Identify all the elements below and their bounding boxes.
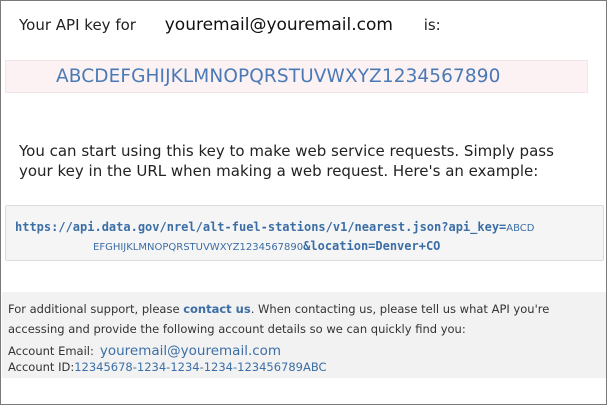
example-url-start[interactable]: https://api.data.gov/nrel/alt-fuel-stati… bbox=[15, 220, 506, 234]
account-email-row: Account Email: youremail@youremail.com bbox=[8, 343, 281, 359]
account-email-value: youremail@youremail.com bbox=[99, 343, 282, 359]
api-key-intro: Your API key for youremail@youremail.com… bbox=[19, 15, 441, 35]
account-id-label: Account ID: bbox=[8, 360, 75, 374]
example-request-box: https://api.data.gov/nrel/alt-fuel-stati… bbox=[5, 205, 604, 261]
example-key-part-2[interactable]: EFGHIJKLMNOPQRSTUVWXYZ1234567890 bbox=[93, 242, 303, 253]
contact-us-link[interactable]: contact us bbox=[183, 302, 251, 316]
support-text-before: For additional support, please bbox=[8, 302, 184, 316]
account-email-label: Account Email: bbox=[8, 344, 94, 358]
api-key-value[interactable]: ABCDEFGHIJKLMNOPQRSTUVWXYZ1234567890 bbox=[56, 66, 501, 87]
example-key-part-1[interactable]: ABCD bbox=[506, 223, 534, 234]
example-url-line-2: EFGHIJKLMNOPQRSTUVWXYZ1234567890&locatio… bbox=[93, 235, 440, 254]
intro-suffix: is: bbox=[423, 16, 441, 34]
support-section: For additional support, please contact u… bbox=[2, 292, 606, 378]
api-key-panel: Your API key for youremail@youremail.com… bbox=[0, 0, 607, 405]
intro-email: youremail@youremail.com bbox=[164, 15, 393, 35]
example-url-end[interactable]: &location=Denver+CO bbox=[303, 239, 440, 253]
example-url-line-1: https://api.data.gov/nrel/alt-fuel-stati… bbox=[15, 216, 535, 235]
account-id-row: Account ID:12345678-1234-1234-1234-12345… bbox=[8, 360, 327, 374]
support-text: For additional support, please contact u… bbox=[8, 299, 598, 339]
account-id-value: 12345678-1234-1234-1234-123456789ABC bbox=[74, 360, 327, 374]
usage-instructions: You can start using this key to make web… bbox=[19, 142, 554, 180]
api-key-box: ABCDEFGHIJKLMNOPQRSTUVWXYZ1234567890 bbox=[5, 60, 588, 93]
intro-prefix: Your API key for bbox=[19, 16, 136, 34]
